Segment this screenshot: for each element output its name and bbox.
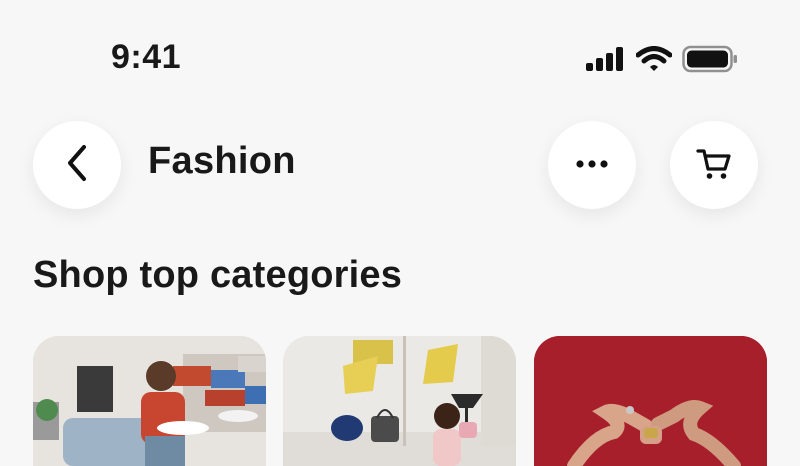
status-icons <box>586 44 738 74</box>
handbags-photo <box>283 336 516 466</box>
category-card-handbags[interactable] <box>283 336 516 466</box>
page-title: Fashion <box>148 140 296 182</box>
category-card-jewelry[interactable] <box>534 336 767 466</box>
chevron-left-icon <box>62 143 92 188</box>
status-bar: 9:41 <box>0 0 800 110</box>
wifi-icon <box>636 46 672 72</box>
cart-button[interactable] <box>670 121 758 209</box>
section-title: Shop top categories <box>33 254 403 296</box>
more-options-button[interactable] <box>548 121 636 209</box>
back-button[interactable] <box>33 121 121 209</box>
sneakers-photo <box>33 336 266 466</box>
cellular-signal-icon <box>586 47 626 71</box>
status-time: 9:41 <box>111 38 182 76</box>
cart-icon <box>696 145 732 186</box>
battery-icon <box>682 45 738 73</box>
category-card-sneakers[interactable] <box>33 336 266 466</box>
more-horizontal-icon <box>575 156 609 174</box>
jewelry-photo <box>534 336 767 466</box>
